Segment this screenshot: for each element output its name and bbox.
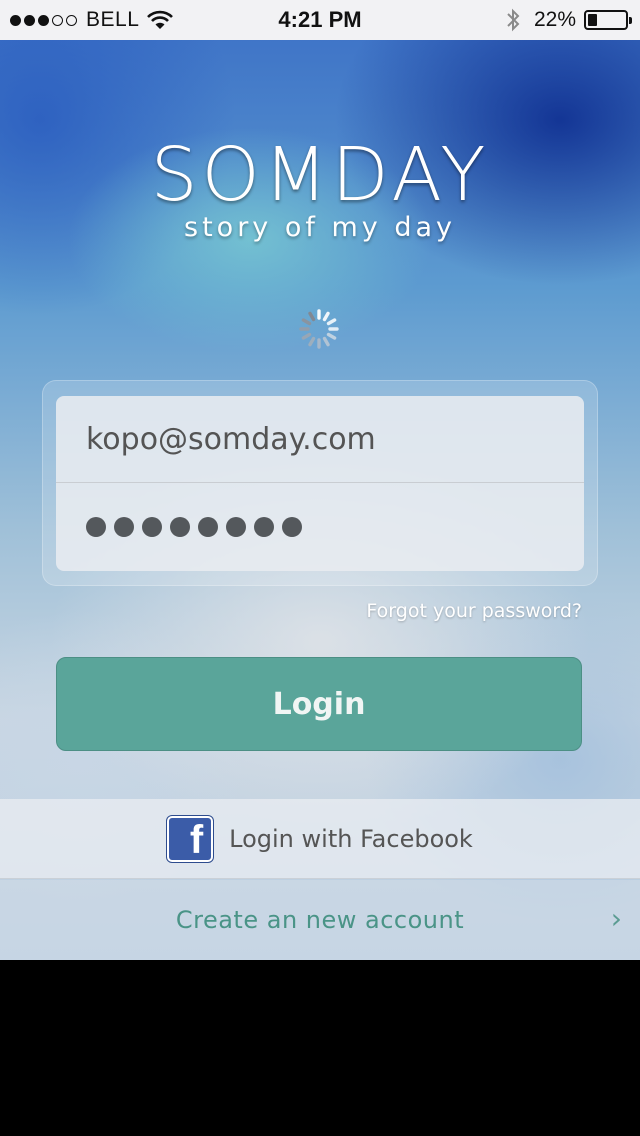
app-tagline: story of my day [184, 212, 456, 243]
battery-percent: 22% [533, 8, 576, 31]
password-mask-dot [170, 516, 190, 537]
facebook-icon: f [167, 815, 214, 862]
bluetooth-icon [507, 8, 520, 32]
password-mask-dot [226, 516, 246, 537]
loading-spinner-icon [299, 309, 339, 349]
login-screen: BELL 4:21 PM 22% SOMDAY story of my day [0, 0, 640, 960]
password-mask-dot [114, 516, 134, 537]
create-account-button[interactable]: Create an new account › [0, 880, 640, 960]
password-mask-dot [282, 516, 302, 537]
battery-icon [584, 10, 632, 30]
app-logo: SOMDAY [150, 132, 490, 218]
password-mask-dot [198, 516, 218, 537]
forgot-password-link[interactable]: Forgot your password? [366, 600, 582, 622]
status-bar: BELL 4:21 PM 22% [0, 0, 640, 40]
facebook-login-button[interactable]: f Login with Facebook [0, 799, 640, 879]
facebook-login-label: Login with Facebook [229, 824, 473, 853]
chevron-right-icon: › [610, 902, 622, 935]
login-button[interactable]: Login [56, 657, 582, 751]
password-field[interactable] [56, 483, 584, 570]
password-mask-dot [86, 516, 106, 537]
password-mask-dot [142, 516, 162, 537]
password-mask-dot [254, 516, 274, 537]
create-account-label: Create an new account [175, 906, 465, 934]
login-form: kopo@somday.com [56, 396, 584, 571]
email-field[interactable]: kopo@somday.com [56, 396, 584, 483]
